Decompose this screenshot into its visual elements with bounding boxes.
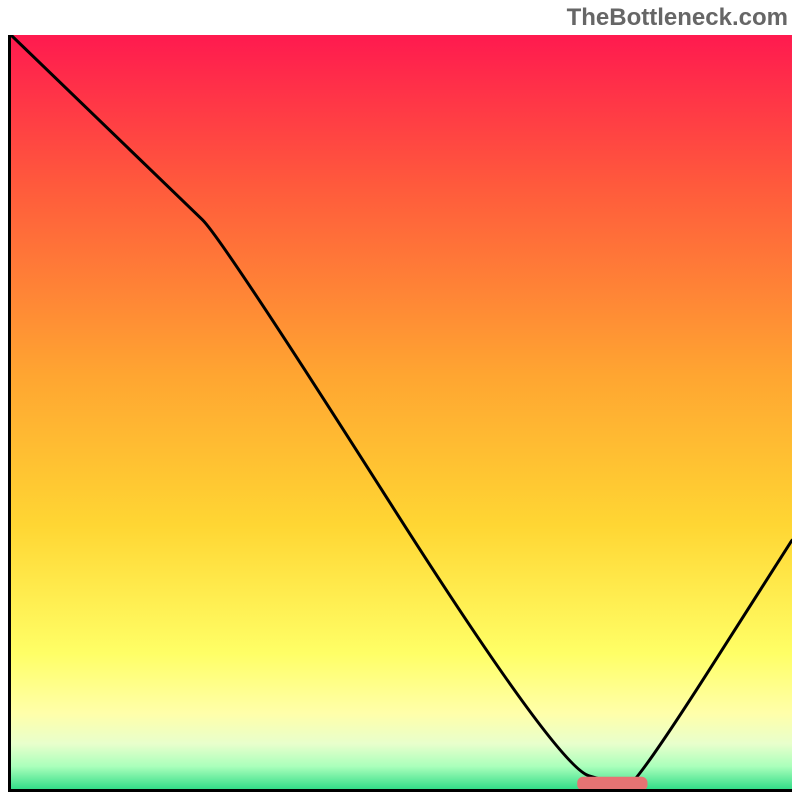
watermark-text: TheBottleneck.com <box>567 4 788 32</box>
chart-container: TheBottleneck.com <box>0 0 800 800</box>
curve-layer <box>11 35 792 789</box>
bottleneck-curve <box>11 35 792 785</box>
optimal-marker <box>577 777 647 789</box>
plot-area <box>8 35 792 792</box>
